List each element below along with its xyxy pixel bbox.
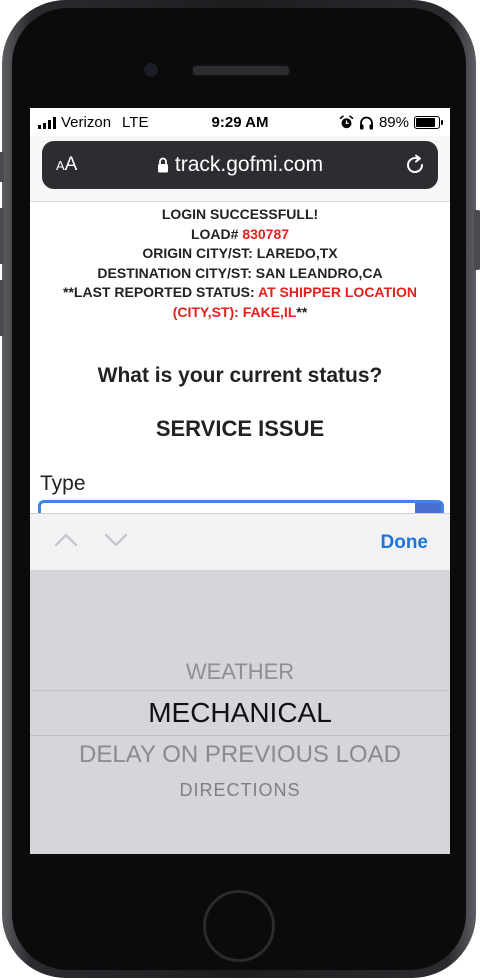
alarm-icon (339, 115, 354, 129)
home-button[interactable] (203, 890, 275, 962)
page-content: LOGIN SUCCESSFULL! LOAD# 830787 ORIGIN C… (30, 202, 450, 530)
screen: Verizon LTE 9:29 AM 89% AA track.gofmi.c… (30, 108, 450, 854)
done-button[interactable]: Done (381, 532, 429, 554)
chevron-down-icon[interactable] (104, 532, 128, 548)
destination-line: DESTINATION CITY/ST: SAN LEANDRO,CA (97, 264, 383, 281)
origin-line: ORIGIN CITY/ST: LAREDO,TX (142, 245, 338, 261)
browser-toolbar: AA track.gofmi.com (30, 136, 450, 202)
picker-option-selected[interactable]: MECHANICAL (30, 697, 450, 729)
last-status-label: **LAST REPORTED STATUS: (63, 284, 255, 300)
address-bar[interactable]: AA track.gofmi.com (42, 141, 438, 189)
load-number: 830787 (242, 225, 290, 242)
keyboard-accessory-bar: Done (30, 513, 450, 571)
volume-down-button (0, 280, 4, 336)
url-text: track.gofmi.com (174, 153, 324, 176)
service-issue-heading: SERVICE ISSUE (155, 416, 325, 441)
power-button (474, 210, 480, 270)
last-status-line-2: (CITY,ST): FAKE,IL** (30, 303, 450, 323)
mute-switch (0, 152, 4, 182)
battery-icon (414, 116, 443, 129)
headphones-icon (359, 116, 373, 129)
status-question: What is your current status? (97, 364, 383, 387)
status-bar: Verizon LTE 9:29 AM 89% (30, 108, 450, 136)
reload-icon[interactable] (404, 154, 426, 176)
last-status-suffix: ** (296, 303, 308, 320)
load-label: LOAD# (190, 225, 239, 242)
chevron-up-icon[interactable] (54, 532, 78, 548)
type-picker-wheel[interactable]: WEATHER MECHANICAL DELAY ON PREVIOUS LOA… (30, 570, 450, 854)
picker-option[interactable]: DIRECTIONS (30, 780, 450, 801)
front-camera (142, 61, 160, 79)
picker-option[interactable]: DELAY ON PREVIOUS LOAD (30, 741, 450, 769)
load-line: LOAD# 830787 (30, 225, 450, 245)
picker-selection-bottom (30, 735, 450, 736)
earpiece-speaker (191, 64, 291, 77)
last-status-value-1: AT SHIPPER LOCATION (258, 284, 417, 300)
volume-up-button (0, 208, 4, 264)
lock-icon (157, 158, 168, 173)
picker-selection-top (30, 690, 450, 691)
type-label: Type (40, 472, 86, 495)
last-status-line: **LAST REPORTED STATUS: AT SHIPPER LOCAT… (30, 283, 450, 303)
login-message: LOGIN SUCCESSFULL! (161, 206, 319, 222)
last-status-value-2: (CITY,ST): FAKE,IL (172, 303, 297, 320)
picker-option[interactable]: WEATHER (30, 659, 450, 685)
load-info: LOGIN SUCCESSFULL! LOAD# 830787 ORIGIN C… (30, 205, 450, 322)
battery-percent: 89% (378, 114, 409, 131)
